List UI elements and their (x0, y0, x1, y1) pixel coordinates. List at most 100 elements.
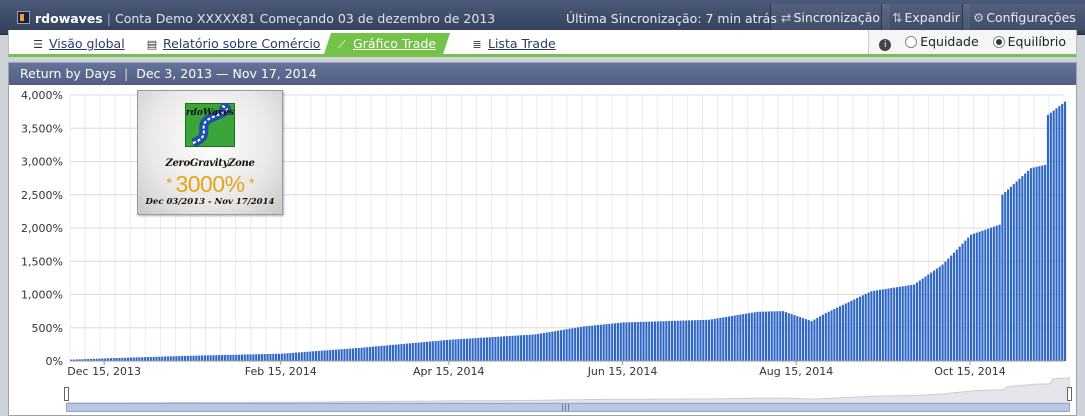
data-bar (967, 237, 970, 361)
data-bar (935, 268, 938, 361)
data-bar (739, 314, 742, 361)
data-bar (884, 288, 887, 361)
data-bar (844, 303, 847, 361)
data-bar (887, 288, 890, 361)
range-handle-right[interactable] (1067, 387, 1072, 401)
data-bar (836, 307, 839, 361)
expand-button[interactable]: ⇅ Expandir (881, 4, 970, 31)
data-bar (801, 318, 805, 361)
data-bar (594, 325, 597, 361)
data-bar (545, 332, 548, 361)
view-mode-toggle: i Equidade Equilíbrio (868, 30, 1076, 54)
data-bar (682, 320, 685, 361)
data-bar (970, 234, 973, 361)
data-bar (898, 286, 901, 361)
data-bar (756, 311, 759, 361)
range-handle-left[interactable] (64, 387, 69, 401)
data-bar (631, 322, 634, 361)
data-bar (383, 345, 386, 361)
data-bar (1024, 173, 1027, 361)
data-bar (323, 350, 326, 361)
data-bar (793, 315, 796, 361)
data-bar (414, 342, 417, 361)
account-info: Conta Demo XXXXX81 Começando 03 de dezem… (114, 11, 496, 26)
data-bar (266, 354, 269, 361)
promo-logo: rdoWaves ZeroGravityZone * 3000% * Dec 03/… (137, 90, 283, 215)
data-bar (576, 327, 580, 361)
scrollbar-grip-icon[interactable] (562, 404, 571, 411)
data-bar (961, 243, 964, 361)
radio-balance-button[interactable] (992, 36, 1005, 48)
data-bar (169, 356, 172, 361)
panel-title: Return by Days (20, 66, 116, 81)
data-bar (332, 349, 335, 361)
data-bar (126, 357, 130, 361)
data-bar (337, 349, 340, 361)
data-bar (312, 351, 315, 361)
data-bar (306, 351, 309, 361)
data-bar (198, 355, 201, 361)
data-bar (893, 287, 896, 361)
data-bar (240, 354, 244, 361)
data-bar (921, 278, 924, 361)
data-bar (520, 335, 523, 361)
data-bar (762, 311, 765, 361)
data-bar (679, 320, 682, 361)
line-chart-icon: ⟋ (338, 38, 346, 51)
data-bar (648, 321, 651, 361)
radio-equity-button[interactable] (905, 36, 918, 48)
range-navigator[interactable] (66, 372, 1070, 404)
data-bar (924, 276, 927, 361)
data-bar (830, 310, 833, 361)
data-bar (386, 345, 389, 361)
data-bar (685, 320, 688, 361)
data-bar (226, 354, 229, 361)
tab-trade-chart[interactable]: ⟋ Gráfico Trade (323, 33, 450, 57)
tab-trade-list[interactable]: ≣ Lista Trade (470, 33, 555, 55)
data-bar (987, 228, 990, 361)
data-bar (867, 292, 870, 361)
data-bar (941, 264, 944, 361)
data-bar (816, 317, 819, 361)
data-bar (445, 339, 449, 361)
data-bar (195, 355, 198, 361)
data-bar (776, 311, 779, 361)
y-tick-label: 4,000% (21, 89, 63, 102)
data-bar (574, 327, 577, 361)
tab-trade-report[interactable]: ▤ Relatório sobre Comércio (145, 33, 321, 55)
data-bar (451, 339, 454, 361)
data-bar (1007, 189, 1010, 361)
data-bar (1061, 103, 1064, 361)
data-bar (568, 328, 571, 361)
data-bar (289, 353, 292, 361)
data-bar (517, 335, 520, 361)
data-bar (500, 336, 503, 361)
data-bar (890, 288, 893, 361)
info-icon[interactable]: i (879, 39, 892, 51)
y-tick-label: 1,000% (21, 289, 63, 302)
y-tick-label: 2,000% (21, 222, 63, 235)
data-bar (363, 347, 366, 361)
radio-equity[interactable]: Equidade (901, 34, 979, 49)
data-bar (1041, 165, 1044, 361)
data-bar (272, 353, 275, 361)
tab-overview[interactable]: ☰ Visão global (31, 33, 125, 55)
data-bar (773, 311, 776, 361)
data-bar (514, 335, 517, 361)
data-bar (158, 356, 161, 361)
data-bar (360, 347, 363, 361)
data-bar (249, 354, 252, 361)
radio-balance[interactable]: Equilíbrio (989, 34, 1066, 49)
data-bar (782, 311, 785, 361)
data-bar (665, 321, 668, 361)
data-bar (628, 322, 631, 361)
data-bar (725, 316, 728, 361)
settings-button[interactable]: ⚙ Configurações (962, 4, 1085, 31)
sync-button[interactable]: ⇄ Sincronização (770, 4, 890, 31)
data-bar (548, 332, 551, 361)
data-bar (984, 229, 987, 361)
data-bar (349, 348, 352, 361)
data-bar (297, 352, 300, 361)
data-bar (215, 355, 218, 361)
data-bar (696, 320, 699, 361)
